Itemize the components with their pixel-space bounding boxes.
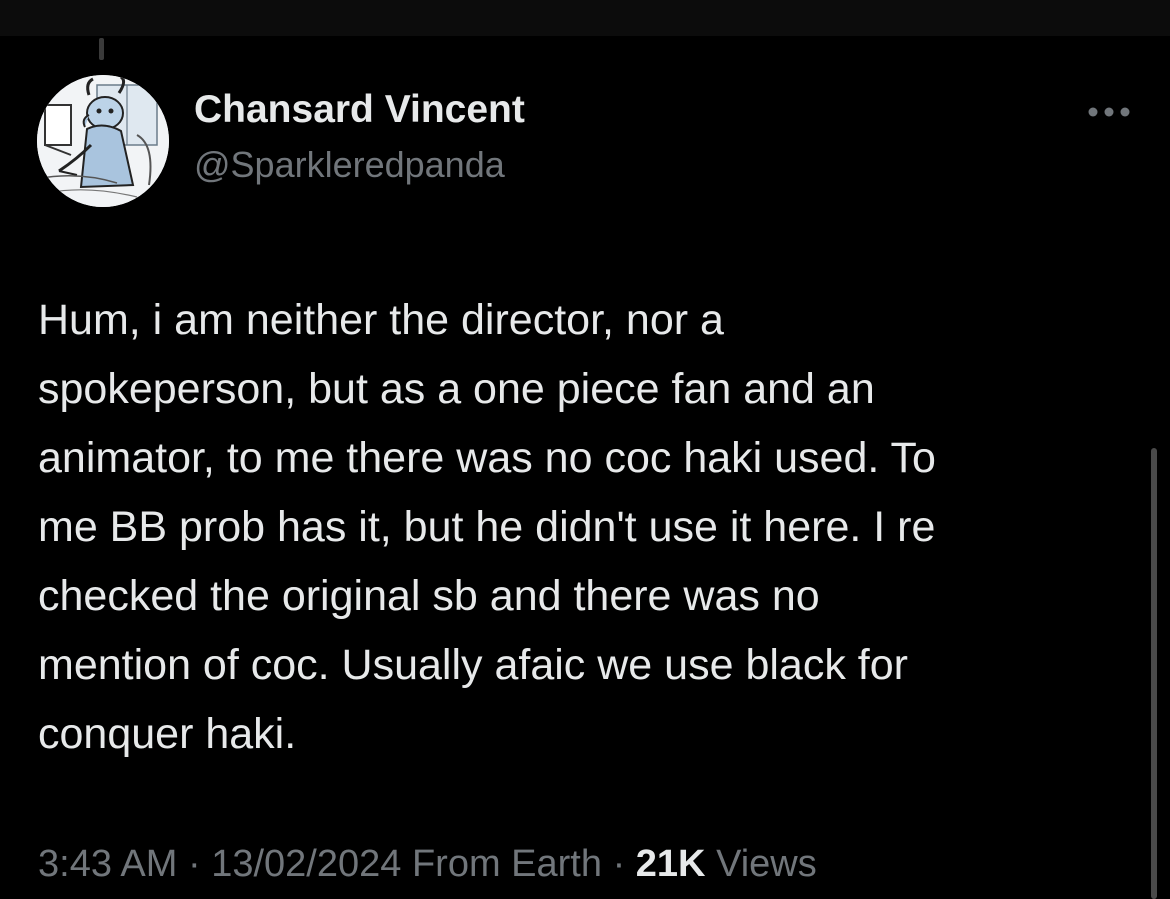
- tweet-text: Hum, i am neither the director, nor a sp…: [38, 286, 1138, 769]
- tweet-text-line: mention of coc. Usually afaic we use bla…: [38, 641, 908, 689]
- meta-separator: ·: [187, 843, 201, 885]
- avatar-drawing-icon: [37, 75, 169, 207]
- avatar[interactable]: [37, 75, 169, 207]
- tweet-meta: 3:43 AM · 13/02/2024 From Earth · 21K Vi…: [38, 843, 817, 886]
- tweet-text-line: Hum, i am neither the director, nor a: [38, 296, 724, 344]
- thread-connector-line: [99, 38, 104, 60]
- tweet-text-line: conquer haki.: [38, 710, 297, 758]
- tweet-text-line: checked the original sb and there was no: [38, 572, 820, 620]
- views-count[interactable]: 21K: [636, 843, 706, 885]
- tweet-text-line: spokeperson, but as a one piece fan and …: [38, 365, 875, 413]
- tweet-text-line: me BB prob has it, but he didn't use it …: [38, 503, 936, 551]
- meta-separator: ·: [612, 843, 626, 885]
- views-label: Views: [716, 843, 817, 885]
- scrollbar[interactable]: [1151, 448, 1157, 899]
- author-display-name[interactable]: Chansard Vincent: [194, 88, 525, 132]
- tweet-source: From Earth: [411, 843, 602, 885]
- more-horizontal-icon: [1088, 107, 1130, 117]
- author-handle[interactable]: @Sparkleredpanda: [194, 144, 505, 186]
- top-strip: [0, 0, 1170, 36]
- more-options-button[interactable]: [1084, 96, 1134, 128]
- tweet-time[interactable]: 3:43 AM: [38, 843, 177, 885]
- tweet-text-line: animator, to me there was no coc haki us…: [38, 434, 936, 482]
- tweet-date[interactable]: 13/02/2024: [211, 843, 401, 885]
